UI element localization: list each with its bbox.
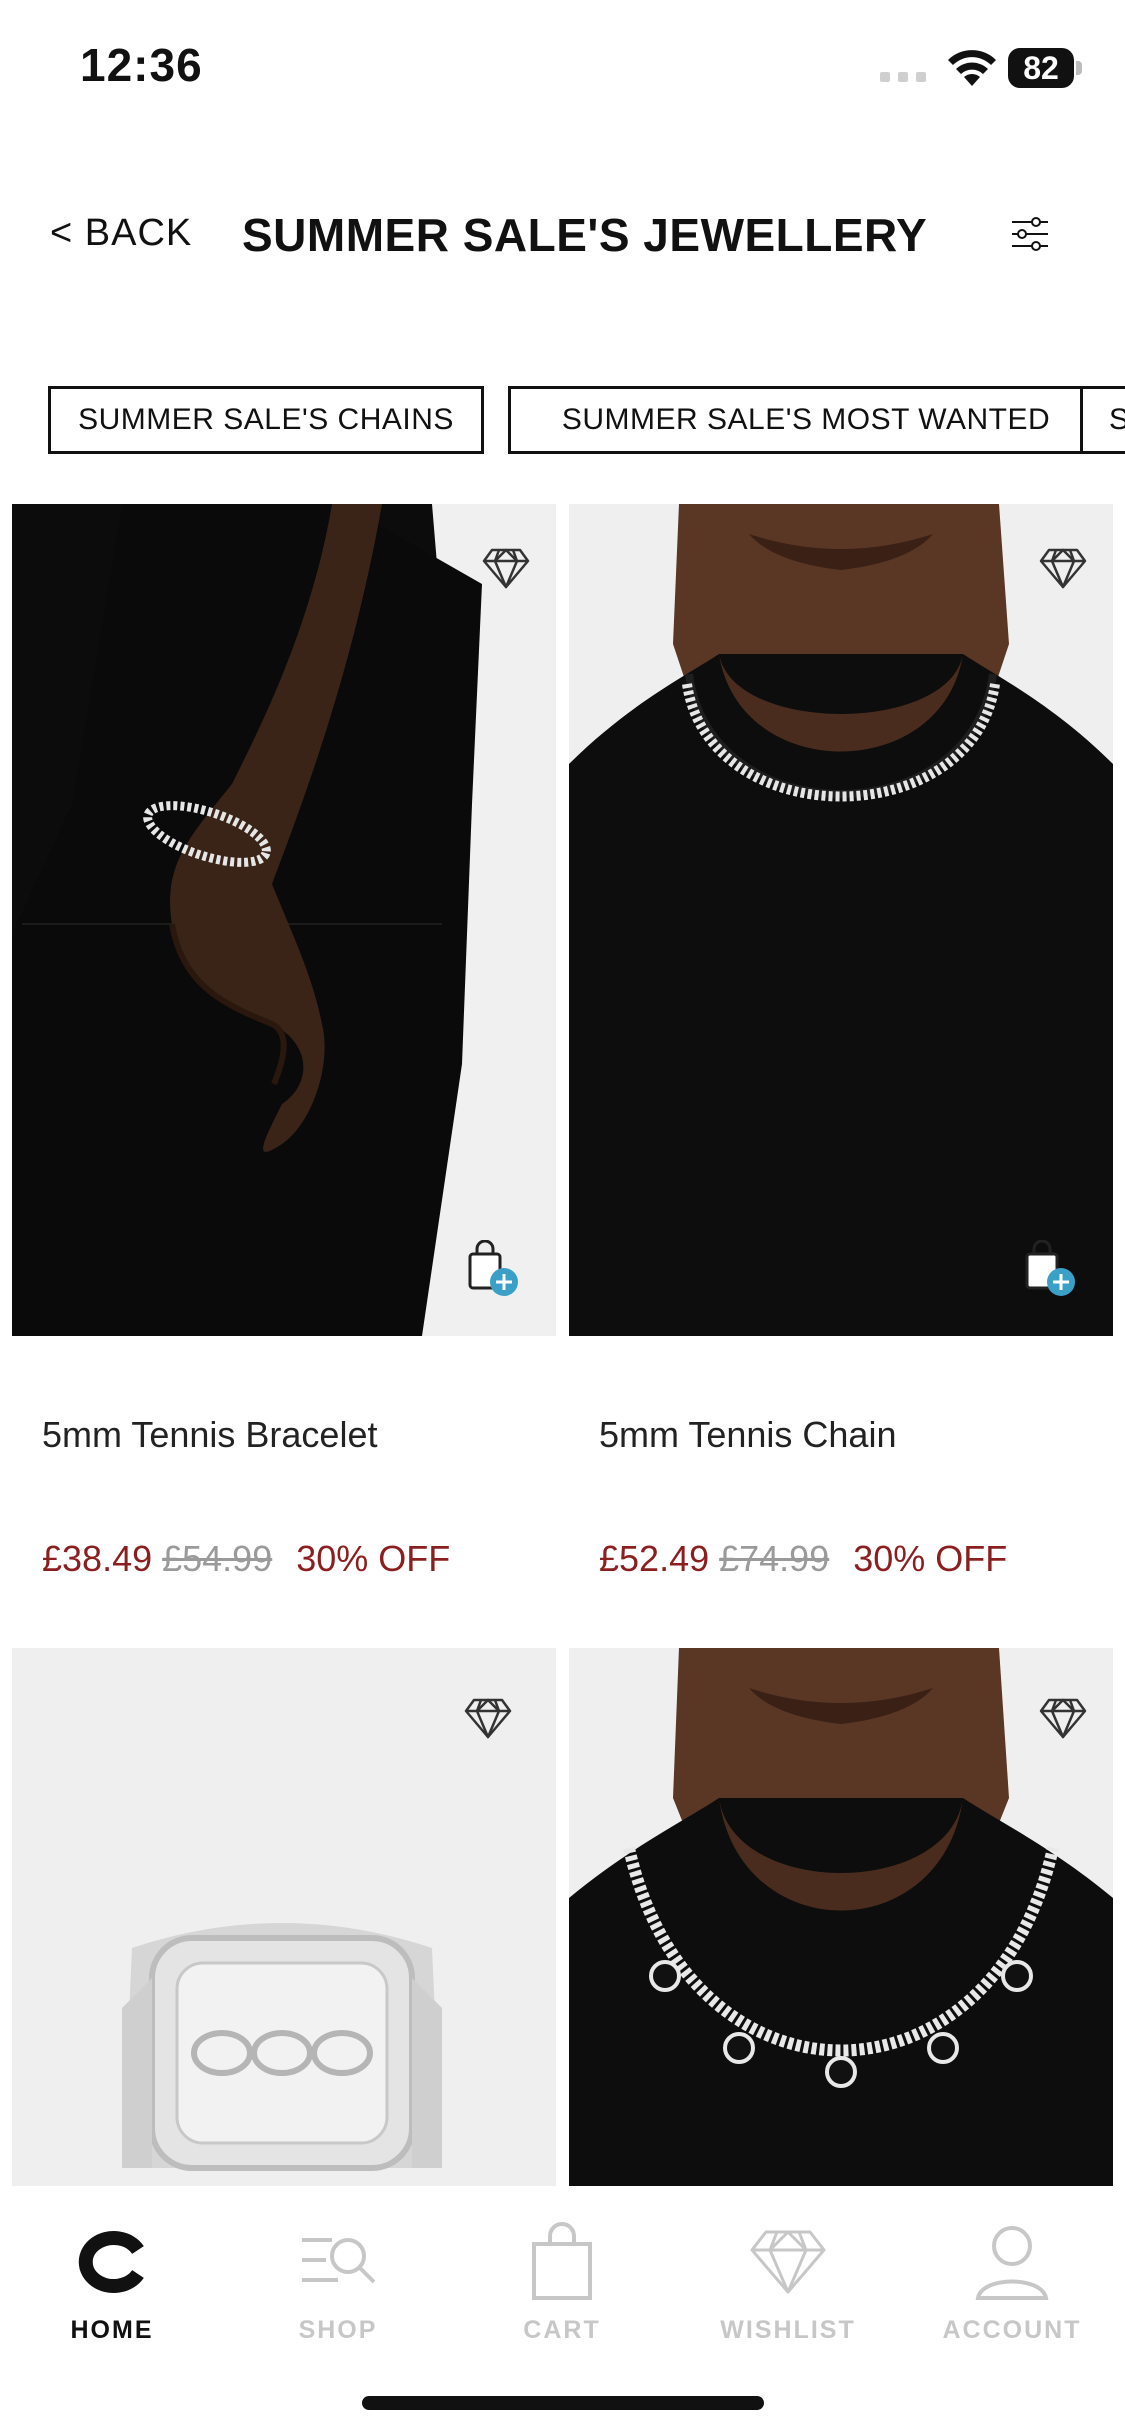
tab-cart[interactable]: CART bbox=[472, 2222, 652, 2362]
chip-chains[interactable]: SUMMER SALE'S CHAINS bbox=[48, 386, 484, 454]
sale-price: £52.49 bbox=[599, 1538, 710, 1579]
battery-level: 82 bbox=[1008, 48, 1074, 88]
filter-sliders-icon[interactable] bbox=[1010, 214, 1050, 254]
add-to-bag-icon[interactable] bbox=[464, 1240, 524, 1300]
product-card[interactable] bbox=[12, 1648, 556, 2188]
home-logo-icon bbox=[78, 2231, 144, 2293]
product-card[interactable]: 5mm Tennis Chain £52.49 £74.99 30% OFF bbox=[569, 504, 1113, 1624]
product-card[interactable]: 5mm Tennis Bracelet £38.49 £54.99 30% OFF bbox=[12, 504, 556, 1624]
status-time: 12:36 bbox=[80, 39, 203, 91]
top-nav: < BACK SUMMER SALE'S JEWELLERY bbox=[0, 190, 1125, 280]
chip-partial[interactable]: S bbox=[1080, 386, 1125, 454]
diamond-icon bbox=[750, 2230, 826, 2294]
product-name[interactable]: 5mm Tennis Bracelet bbox=[42, 1414, 377, 1456]
product-name[interactable]: 5mm Tennis Chain bbox=[599, 1414, 896, 1456]
tab-label: ACCOUNT bbox=[942, 2316, 1082, 2344]
product-image[interactable] bbox=[569, 504, 1113, 1336]
sale-price: £38.49 bbox=[42, 1538, 153, 1579]
tab-label: HOME bbox=[70, 2316, 154, 2344]
product-image[interactable] bbox=[12, 504, 556, 1336]
original-price: £54.99 bbox=[162, 1538, 273, 1579]
home-indicator bbox=[362, 2396, 764, 2410]
category-chips: SUMMER SALE'S CHAINS SUMMER SALE'S MOST … bbox=[48, 386, 1125, 454]
product-price-row: £38.49 £54.99 30% OFF bbox=[42, 1538, 450, 1580]
cellular-signal-icon bbox=[880, 72, 926, 82]
tab-shop[interactable]: SHOP bbox=[248, 2222, 428, 2362]
product-card[interactable] bbox=[569, 1648, 1113, 2188]
back-button[interactable]: < BACK bbox=[50, 212, 192, 255]
shop-search-icon bbox=[302, 2238, 376, 2284]
tab-wishlist[interactable]: WISHLIST bbox=[698, 2222, 878, 2362]
tab-label: SHOP bbox=[298, 2316, 378, 2344]
wifi-icon bbox=[948, 50, 996, 86]
product-price-row: £52.49 £74.99 30% OFF bbox=[599, 1538, 1007, 1580]
chip-most-wanted[interactable]: SUMMER SALE'S MOST WANTED bbox=[508, 386, 1104, 454]
tab-account[interactable]: ACCOUNT bbox=[922, 2222, 1102, 2362]
page-title: SUMMER SALE'S JEWELLERY bbox=[242, 209, 928, 261]
account-icon bbox=[975, 2226, 1049, 2300]
tab-label: WISHLIST bbox=[720, 2316, 856, 2344]
add-to-bag-icon[interactable] bbox=[1021, 1240, 1081, 1300]
wishlist-diamond-icon[interactable] bbox=[1039, 1696, 1087, 1740]
tab-label: CART bbox=[523, 2316, 601, 2344]
battery-icon: 82 bbox=[1008, 48, 1082, 88]
status-bar: 12:36 82 bbox=[0, 0, 1125, 140]
cart-bag-icon bbox=[532, 2222, 592, 2300]
product-image[interactable] bbox=[569, 1648, 1113, 2188]
original-price: £74.99 bbox=[719, 1538, 830, 1579]
discount-label: 30% OFF bbox=[296, 1538, 451, 1579]
wishlist-diamond-icon[interactable] bbox=[1039, 546, 1087, 590]
wishlist-diamond-icon[interactable] bbox=[482, 546, 530, 590]
discount-label: 30% OFF bbox=[853, 1538, 1008, 1579]
wishlist-diamond-icon[interactable] bbox=[464, 1696, 512, 1740]
tab-home[interactable]: HOME bbox=[22, 2222, 202, 2362]
